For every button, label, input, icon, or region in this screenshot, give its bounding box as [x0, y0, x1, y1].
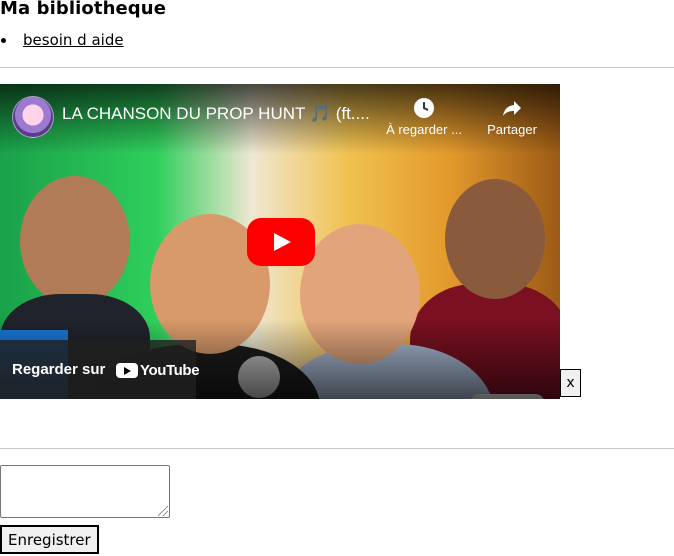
share-label: Partager [487, 122, 537, 137]
thumbnail-person [445, 179, 545, 299]
help-link[interactable]: besoin d aide [23, 31, 124, 49]
watch-later-label: À regarder ... [386, 122, 462, 137]
watch-on-youtube-button[interactable]: Regarder sur YouTube [0, 340, 200, 399]
note-textarea[interactable] [0, 465, 170, 518]
youtube-embed[interactable]: LA CHANSON DU PROP HUNT 🎵 (ft.... À rega… [0, 84, 560, 399]
close-button[interactable]: x [560, 369, 581, 397]
share-icon [503, 101, 521, 116]
page-title: Ma bibliotheque [0, 0, 167, 19]
list-item: besoin d aide [0, 31, 124, 49]
divider [0, 448, 674, 449]
thumbnail-person [20, 176, 130, 306]
play-icon [274, 233, 291, 251]
youtube-wordmark: YouTube [140, 361, 200, 379]
watch-on-label: Regarder sur [12, 361, 106, 378]
watch-later-button[interactable]: À regarder ... [384, 96, 464, 137]
video-title[interactable]: LA CHANSON DU PROP HUNT 🎵 (ft.... [62, 104, 372, 124]
share-button[interactable]: Partager [472, 96, 552, 137]
save-button[interactable]: Enregistrer [0, 525, 99, 554]
divider [0, 67, 674, 68]
help-list: besoin d aide [0, 31, 124, 49]
youtube-logo: YouTube [116, 361, 200, 379]
channel-avatar[interactable] [12, 96, 54, 138]
play-button[interactable] [247, 218, 315, 266]
clock-icon [414, 98, 434, 118]
youtube-play-icon [116, 362, 138, 378]
resize-handle-icon[interactable] [158, 506, 168, 516]
